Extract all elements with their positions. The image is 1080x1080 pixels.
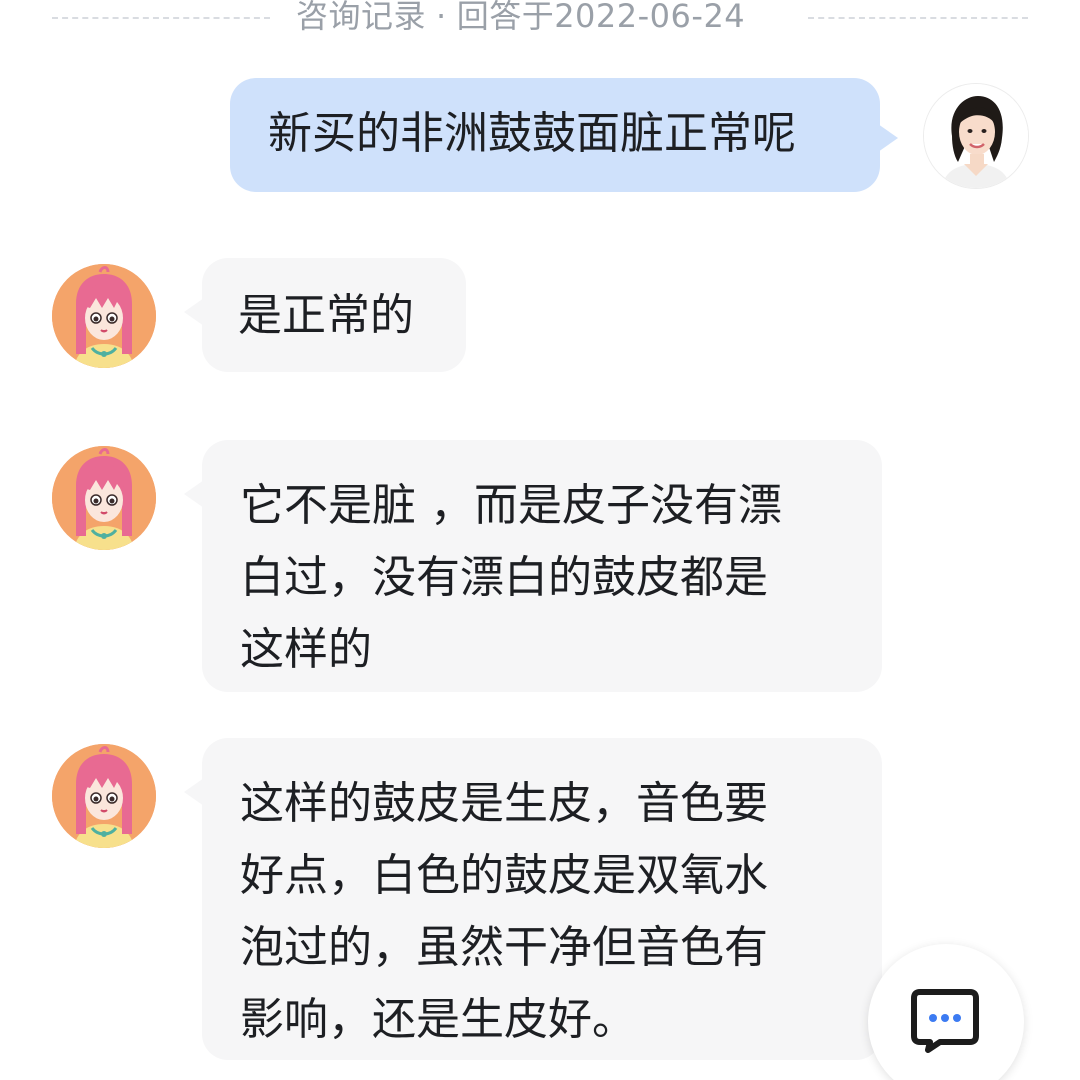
header-divider-right [808,17,1028,19]
expert-reply-line: 泡过的，虽然干净但音色有 [240,922,768,973]
chat-page: 咨询记录 · 回答于2022-06-24 新买的非洲鼓鼓面脏正常呢 是正常的 它… [0,0,1080,1080]
expert-reply-line: 白过，没有漂白的鼓皮都是 [240,552,768,603]
expert-reply-line: 这样的 [240,624,372,675]
expert-avatar[interactable] [52,446,156,550]
chat-float-button[interactable] [868,944,1024,1080]
user-question-text: 新买的非洲鼓鼓面脏正常呢 [268,108,796,159]
expert-avatar[interactable] [52,744,156,848]
cartoon-girl-avatar-icon [52,446,156,550]
expert-reply-line: 好点，白色的鼓皮是双氧水 [240,850,768,901]
expert-reply-text: 是正常的 [238,290,414,341]
bubble-tail [184,480,204,508]
expert-reply-line: 这样的鼓皮是生皮，音色要 [240,778,768,829]
expert-reply-line: 影响，还是生皮好。 [240,994,636,1045]
user-avatar[interactable] [924,84,1028,188]
bubble-tail [184,298,204,326]
user-question-bubble: 新买的非洲鼓鼓面脏正常呢 [230,78,898,192]
answered-date: 回答于2022-06-24 [456,0,746,35]
chat-bubble-icon [910,988,980,1058]
header-title: 咨询记录 [296,0,427,35]
consult-record-header: 咨询记录 · 回答于2022-06-24 [0,0,1080,40]
header-separator: · [436,0,447,35]
header-text: 咨询记录 · 回答于2022-06-24 [296,0,745,40]
bubble-tail [184,778,204,806]
expert-reply-bubble: 这样的鼓皮是生皮，音色要 好点，白色的鼓皮是双氧水 泡过的，虽然干净但音色有 影… [184,738,882,1060]
expert-reply-line: 它不是脏 ，而是皮子没有漂 [240,480,782,531]
header-divider-left [52,17,270,19]
expert-reply-bubble: 它不是脏 ，而是皮子没有漂 白过，没有漂白的鼓皮都是 这样的 [184,440,882,692]
user-avatar-icon [924,84,1028,188]
cartoon-girl-avatar-icon [52,744,156,848]
cartoon-girl-avatar-icon [52,264,156,368]
expert-avatar[interactable] [52,264,156,368]
bubble-tail [878,124,898,152]
expert-reply-bubble: 是正常的 [184,258,466,372]
